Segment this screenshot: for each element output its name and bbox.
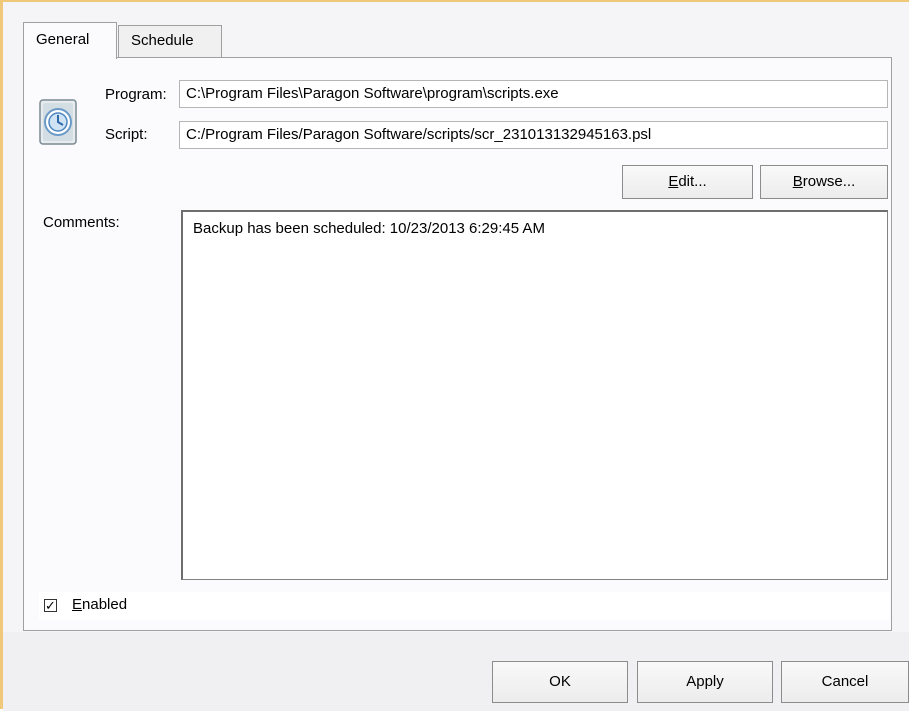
edit-label: dit... bbox=[678, 173, 707, 190]
cancel-button[interactable]: Cancel bbox=[781, 661, 909, 703]
comments-textarea[interactable]: Backup has been scheduled: 10/23/2013 6:… bbox=[181, 210, 888, 580]
edit-mnemonic: E bbox=[668, 173, 679, 190]
edit-button[interactable]: Edit... bbox=[622, 165, 753, 199]
tab-general[interactable]: General bbox=[23, 22, 117, 59]
browse-mnemonic: B bbox=[792, 173, 803, 190]
program-label: Program: bbox=[105, 86, 167, 103]
script-file-icon bbox=[38, 88, 78, 154]
comments-text: Backup has been scheduled: 10/23/2013 6:… bbox=[193, 220, 545, 237]
script-label: Script: bbox=[105, 126, 148, 143]
script-field[interactable]: C:/Program Files/Paragon Software/script… bbox=[179, 121, 888, 149]
browse-label: rowse... bbox=[802, 173, 856, 190]
dialog-button-bar bbox=[3, 632, 909, 711]
enabled-mnemonic: E bbox=[72, 596, 83, 613]
dialog-window: General Schedule Program: C:\Program Fil… bbox=[0, 0, 909, 711]
enabled-checkbox[interactable]: ✓ bbox=[44, 599, 57, 612]
apply-button[interactable]: Apply bbox=[637, 661, 773, 703]
browse-button[interactable]: Browse... bbox=[760, 165, 888, 199]
tab-schedule[interactable]: Schedule bbox=[118, 25, 222, 58]
enabled-label-rest: nabled bbox=[82, 596, 128, 613]
program-field[interactable]: C:\Program Files\Paragon Software\progra… bbox=[179, 80, 888, 108]
enabled-row: ✓ Enabled bbox=[39, 592, 889, 620]
comments-label: Comments: bbox=[43, 214, 120, 231]
enabled-label[interactable]: Enabled bbox=[72, 596, 127, 613]
ok-button[interactable]: OK bbox=[492, 661, 628, 703]
